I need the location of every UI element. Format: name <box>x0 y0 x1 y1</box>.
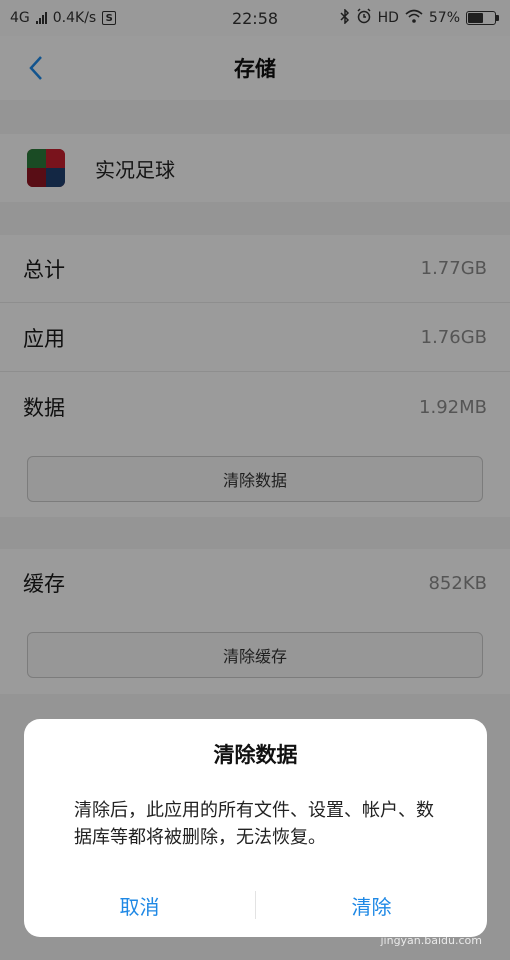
dialog-message: 清除后，此应用的所有文件、设置、帐户、数据库等都将被删除，无法恢复。 <box>74 800 434 848</box>
watermark-url: jingyan.baidu.com <box>380 934 482 947</box>
watermark-logo: Bai 经验 <box>397 892 480 916</box>
dialog-title: 清除数据 <box>213 743 298 767</box>
cancel-button[interactable]: 取消 <box>24 873 255 937</box>
